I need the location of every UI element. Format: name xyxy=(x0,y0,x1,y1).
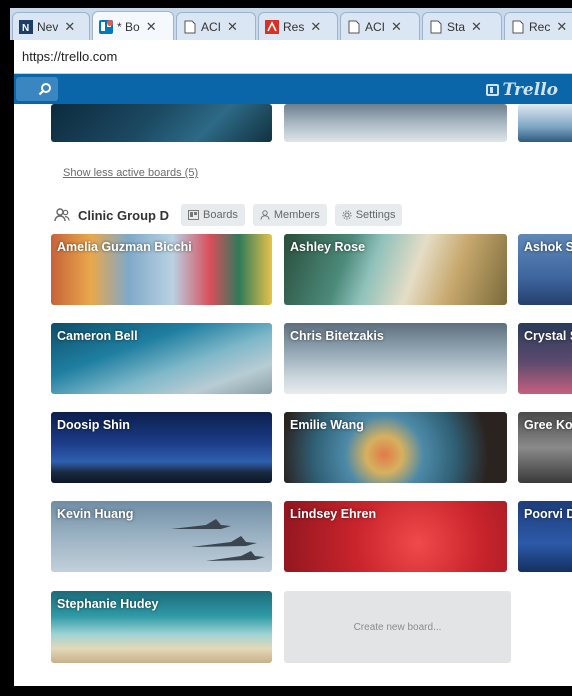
close-icon[interactable]: ✕ xyxy=(64,19,75,35)
board-tile[interactable]: Cameron Bell xyxy=(51,323,272,394)
team-name: Clinic Group D xyxy=(78,207,169,223)
trello-icon xyxy=(99,19,113,34)
jets-image xyxy=(171,519,265,561)
trello-logo-icon xyxy=(485,84,499,96)
board-tile[interactable]: Kevin Huang xyxy=(51,501,272,572)
board-tile[interactable]: Gree Kor xyxy=(518,412,572,483)
board-tile[interactable]: Doosip Shin xyxy=(51,412,272,483)
close-icon[interactable]: ✕ xyxy=(146,19,157,35)
board-tile[interactable]: Ashok S xyxy=(518,234,572,305)
board-tile[interactable]: Stephanie Hudey xyxy=(51,591,272,663)
team-members-button[interactable]: Members xyxy=(252,204,327,226)
page-icon xyxy=(511,20,525,34)
board-title: Emilie Wang xyxy=(290,418,364,432)
browser-tab[interactable]: Res ✕ xyxy=(258,12,338,40)
browser-tab[interactable]: Rec ✕ xyxy=(504,12,572,40)
person-icon xyxy=(260,210,270,220)
board-title: Lindsey Ehren xyxy=(290,507,377,521)
board-tile[interactable]: Emilie Wang xyxy=(284,412,507,483)
trello-page: Trello Show less active boards (5) Clini… xyxy=(14,74,572,686)
board-title: Cameron Bell xyxy=(57,329,138,343)
board-tile-partial[interactable] xyxy=(51,104,272,142)
board-title: Crystal S xyxy=(524,329,572,343)
tab-strip: N Nev ✕ * Bo ✕ ACI ✕ Res ✕ ACI ✕ Sta ✕ R… xyxy=(10,8,572,40)
trello-header: Trello xyxy=(14,74,572,104)
board-title: Chris Bitetzakis xyxy=(290,329,384,343)
close-icon[interactable]: ✕ xyxy=(227,19,238,35)
pdf-icon xyxy=(265,19,279,34)
close-icon[interactable]: ✕ xyxy=(391,19,402,35)
address-bar[interactable]: https://trello.com xyxy=(14,40,572,74)
board-title: Gree Kor xyxy=(524,418,572,432)
create-new-board-button[interactable]: Create new board... xyxy=(284,591,511,663)
search-button[interactable] xyxy=(16,77,58,101)
board-tile[interactable]: Chris Bitetzakis xyxy=(284,323,507,394)
close-icon[interactable]: ✕ xyxy=(556,19,567,35)
team-boards-button[interactable]: Boards xyxy=(181,204,245,226)
search-icon xyxy=(38,83,51,96)
boards-icon xyxy=(188,210,199,220)
svg-text:N: N xyxy=(22,23,29,34)
board-tile-partial[interactable] xyxy=(284,104,507,142)
browser-window: N Nev ✕ * Bo ✕ ACI ✕ Res ✕ ACI ✕ Sta ✕ R… xyxy=(0,0,572,696)
team-icon xyxy=(54,208,70,222)
news-icon: N xyxy=(19,19,33,34)
team-header: Clinic Group D Boards Members Settings xyxy=(54,204,410,226)
page-icon xyxy=(347,20,361,34)
close-icon[interactable]: ✕ xyxy=(471,19,482,35)
show-less-boards-link[interactable]: Show less active boards (5) xyxy=(63,167,198,179)
team-settings-button[interactable]: Settings xyxy=(334,204,403,226)
page-icon xyxy=(183,20,197,34)
browser-tab[interactable]: N Nev ✕ xyxy=(12,12,90,40)
close-icon[interactable]: ✕ xyxy=(310,19,321,35)
board-tile[interactable]: Poorvi D xyxy=(518,501,572,572)
browser-tab[interactable]: Sta ✕ xyxy=(422,12,502,40)
trello-logo[interactable]: Trello xyxy=(485,80,558,100)
browser-tab-active[interactable]: * Bo ✕ xyxy=(92,11,174,40)
board-title: Poorvi D xyxy=(524,507,572,521)
board-title: Ashley Rose xyxy=(290,240,366,254)
board-tile[interactable]: Amelia Guzman Bicchi xyxy=(51,234,272,305)
url-text[interactable]: https://trello.com xyxy=(22,49,117,64)
board-title: Ashok S xyxy=(524,240,572,254)
gear-icon xyxy=(342,210,352,220)
board-tile[interactable]: Ashley Rose xyxy=(284,234,507,305)
browser-tab[interactable]: ACI ✕ xyxy=(176,12,256,40)
board-tile-partial[interactable] xyxy=(518,104,572,142)
board-tile[interactable]: Crystal S xyxy=(518,323,572,394)
browser-tab[interactable]: ACI ✕ xyxy=(340,12,420,40)
board-title: Amelia Guzman Bicchi xyxy=(57,240,192,254)
board-title: Doosip Shin xyxy=(57,418,130,432)
page-icon xyxy=(429,20,443,34)
board-tile[interactable]: Lindsey Ehren xyxy=(284,501,507,572)
board-title: Kevin Huang xyxy=(57,507,134,521)
board-title: Stephanie Hudey xyxy=(57,597,159,611)
